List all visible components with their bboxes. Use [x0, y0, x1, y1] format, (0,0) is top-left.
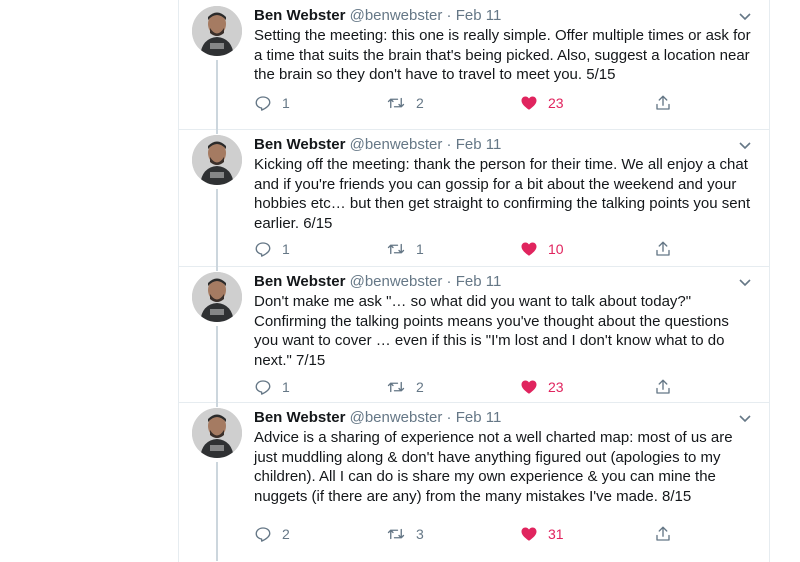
chevron-down-icon[interactable] [737, 274, 753, 290]
thread-line [216, 60, 218, 129]
retweet-button[interactable]: 2 [386, 377, 424, 397]
heart-icon [520, 240, 538, 258]
tweet-text: Advice is a sharing of experience not a … [254, 429, 733, 505]
tweet-actions: 1 2 23 [254, 377, 754, 397]
reply-icon [254, 94, 272, 112]
separator: · [446, 136, 452, 153]
separator: · [446, 7, 452, 24]
avatar[interactable] [192, 135, 242, 185]
like-button[interactable]: 31 [520, 524, 564, 544]
chevron-down-icon[interactable] [737, 410, 753, 426]
tweet-date[interactable]: Feb 11 [456, 273, 502, 290]
tweet-header: Ben Webster @benwebster · Feb 11 [254, 6, 501, 26]
author-name[interactable]: Ben Webster [254, 409, 345, 426]
tweet-text: Don't make me ask "… so what did you wan… [254, 293, 729, 369]
reply-button[interactable]: 1 [254, 239, 290, 259]
retweet-count: 3 [416, 526, 424, 542]
retweet-icon [386, 525, 406, 543]
heart-icon [520, 525, 538, 543]
author-name[interactable]: Ben Webster [254, 273, 345, 290]
like-button[interactable]: 23 [520, 377, 564, 397]
retweet-count: 1 [416, 241, 424, 257]
tweet-header: Ben Webster @benwebster · Feb 11 [254, 408, 501, 428]
like-button[interactable]: 23 [520, 93, 564, 113]
retweet-button[interactable]: 3 [386, 524, 424, 544]
separator: · [446, 409, 452, 426]
avatar[interactable] [192, 408, 242, 458]
reply-button[interactable]: 1 [254, 93, 290, 113]
like-count: 23 [548, 95, 564, 111]
reply-count: 1 [282, 241, 290, 257]
reply-count: 2 [282, 526, 290, 542]
reply-button[interactable]: 1 [254, 377, 290, 397]
heart-icon [520, 378, 538, 396]
tweet-actions: 1 1 10 [254, 239, 754, 259]
author-name[interactable]: Ben Webster [254, 7, 345, 24]
thread-line [216, 266, 218, 271]
retweet-icon [386, 94, 406, 112]
timeline-right-border [769, 0, 770, 562]
reply-icon [254, 525, 272, 543]
retweet-icon [386, 378, 406, 396]
tweet[interactable]: Ben Webster @benwebster · Feb 11 Kicking… [179, 129, 769, 267]
tweet[interactable]: Ben Webster @benwebster · Feb 11 Don't m… [179, 266, 769, 403]
like-count: 10 [548, 241, 564, 257]
reply-icon [254, 240, 272, 258]
tweet-text: Setting the meeting: this one is really … [254, 27, 751, 83]
author-name[interactable]: Ben Webster [254, 136, 345, 153]
share-icon [654, 378, 672, 396]
chevron-down-icon[interactable] [737, 8, 753, 24]
tweet-header: Ben Webster @benwebster · Feb 11 [254, 272, 501, 292]
retweet-icon [386, 240, 406, 258]
thread-line [216, 189, 218, 266]
author-handle[interactable]: @benwebster [350, 7, 443, 24]
share-button[interactable] [654, 93, 672, 113]
tweet-actions: 1 2 23 [254, 93, 754, 113]
tweet[interactable]: Ben Webster @benwebster · Feb 11 Setting… [179, 0, 769, 130]
avatar[interactable] [192, 6, 242, 56]
retweet-button[interactable]: 2 [386, 93, 424, 113]
tweet-date[interactable]: Feb 11 [456, 7, 502, 24]
reply-count: 1 [282, 95, 290, 111]
like-button[interactable]: 10 [520, 239, 564, 259]
thread-line [216, 326, 218, 402]
tweet-actions: 2 3 31 [254, 524, 754, 544]
reply-count: 1 [282, 379, 290, 395]
share-icon [654, 94, 672, 112]
thread-line [216, 462, 218, 561]
author-handle[interactable]: @benwebster [350, 273, 443, 290]
share-button[interactable] [654, 377, 672, 397]
share-button[interactable] [654, 239, 672, 259]
chevron-down-icon[interactable] [737, 137, 753, 153]
retweet-count: 2 [416, 379, 424, 395]
avatar[interactable] [192, 272, 242, 322]
retweet-count: 2 [416, 95, 424, 111]
reply-icon [254, 378, 272, 396]
separator: · [446, 273, 452, 290]
like-count: 31 [548, 526, 564, 542]
tweet[interactable]: Ben Webster @benwebster · Feb 11 Advice … [179, 402, 769, 561]
thread-line [216, 129, 218, 134]
share-icon [654, 240, 672, 258]
tweet-date[interactable]: Feb 11 [456, 136, 502, 153]
reply-button[interactable]: 2 [254, 524, 290, 544]
tweet-header: Ben Webster @benwebster · Feb 11 [254, 135, 501, 155]
thread-line [216, 402, 218, 407]
like-count: 23 [548, 379, 564, 395]
author-handle[interactable]: @benwebster [350, 409, 443, 426]
retweet-button[interactable]: 1 [386, 239, 424, 259]
tweet-text: Kicking off the meeting: thank the perso… [254, 156, 751, 232]
author-handle[interactable]: @benwebster [350, 136, 443, 153]
share-icon [654, 525, 672, 543]
heart-icon [520, 94, 538, 112]
tweet-date[interactable]: Feb 11 [456, 409, 502, 426]
share-button[interactable] [654, 524, 672, 544]
